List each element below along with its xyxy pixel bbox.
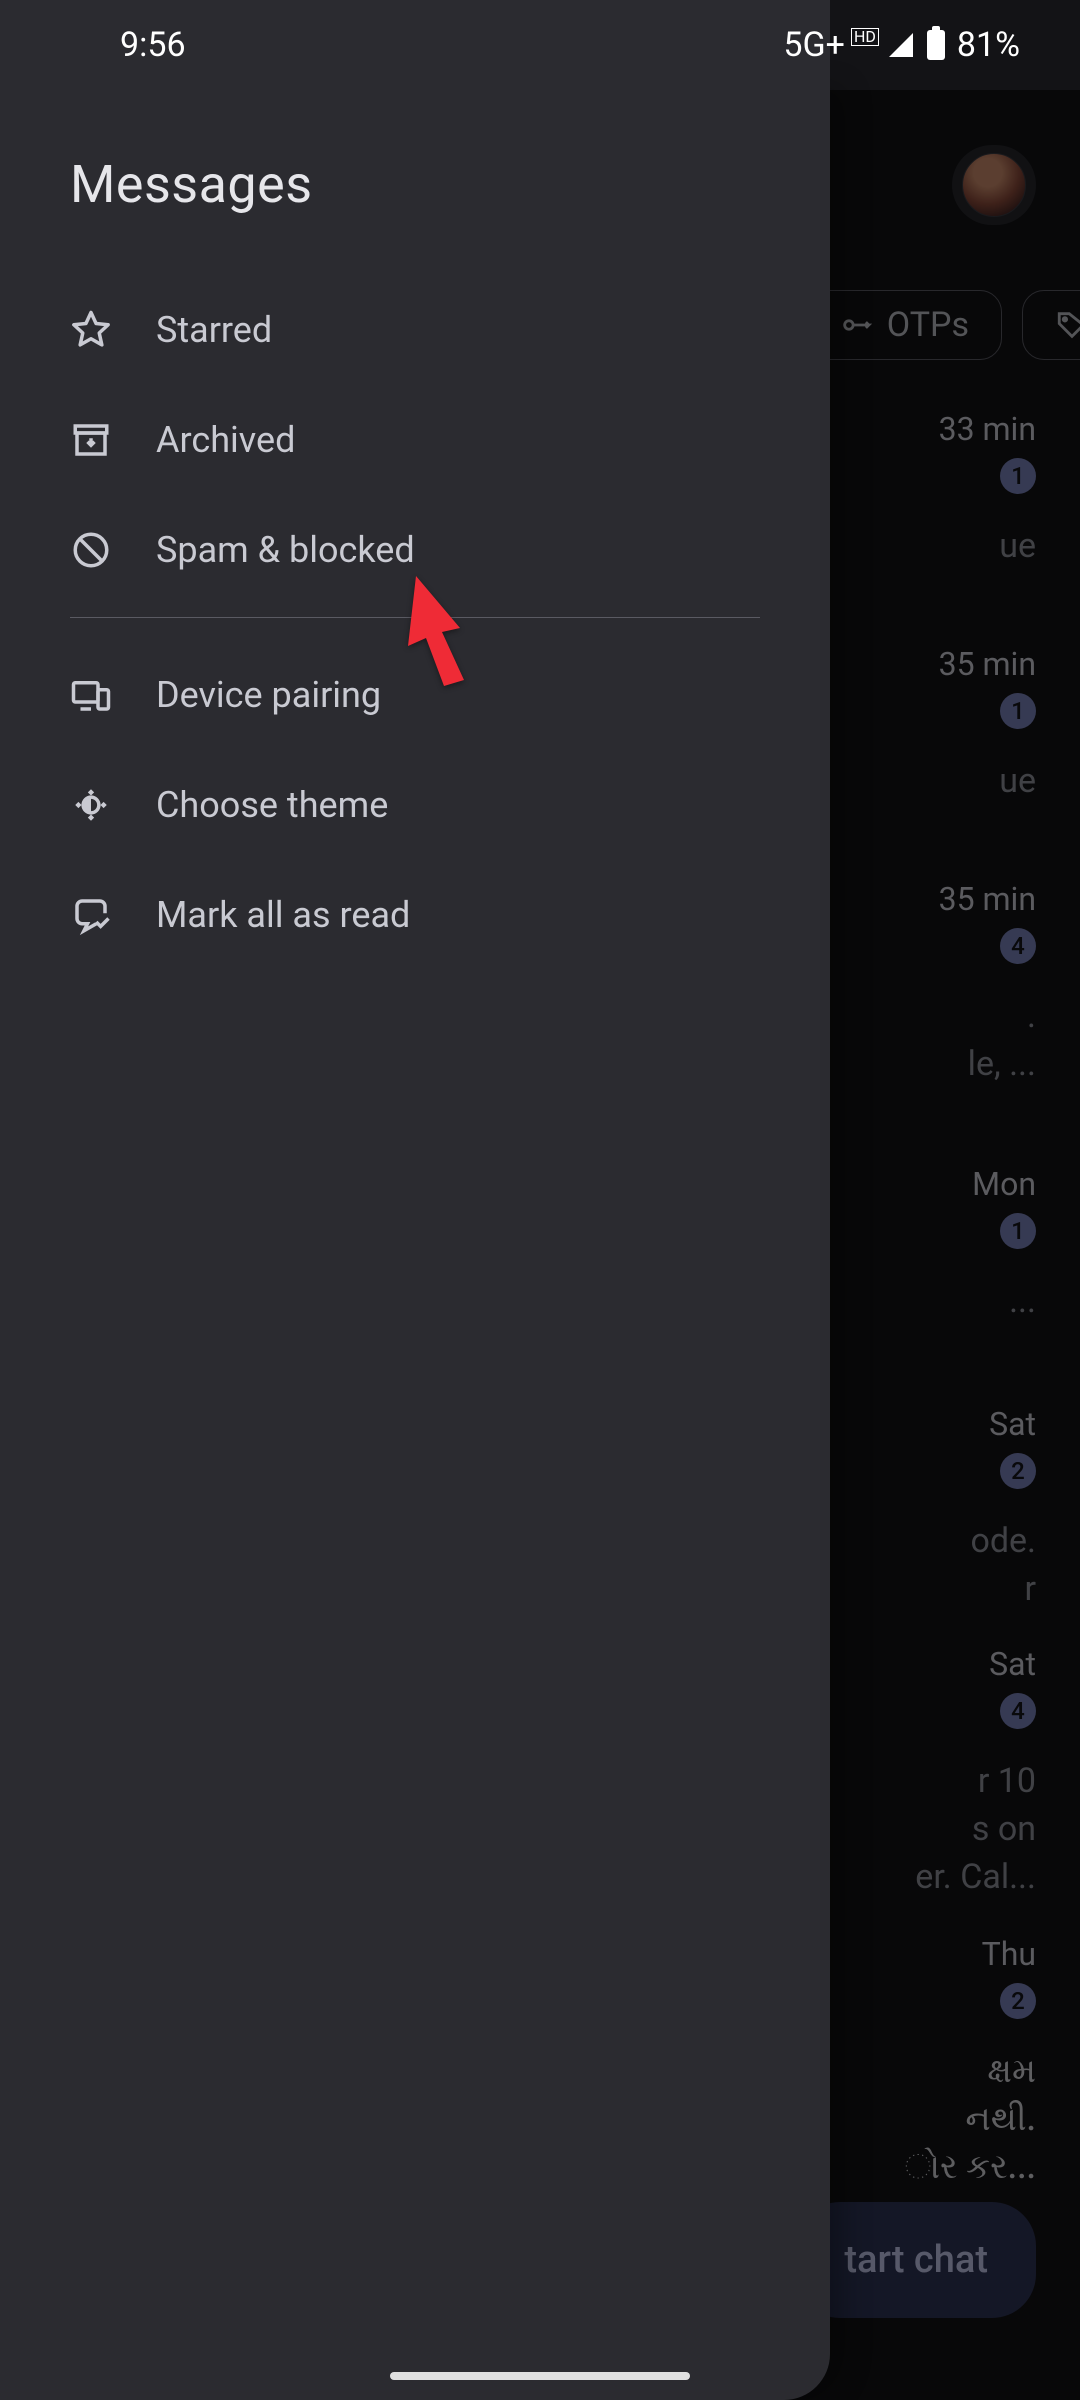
drawer-item-label: Starred — [156, 309, 272, 351]
drawer-item-label: Choose theme — [156, 784, 388, 826]
navigation-drawer: Messages Starred Archived Spam & blocked… — [0, 90, 830, 2400]
theme-icon — [70, 784, 112, 826]
mark-read-icon — [70, 894, 112, 936]
drawer-title: Messages — [0, 154, 830, 215]
drawer-item-theme[interactable]: Choose theme — [0, 750, 830, 860]
battery-icon — [927, 30, 945, 60]
drawer-item-archived[interactable]: Archived — [0, 385, 830, 495]
block-icon — [70, 529, 112, 571]
drawer-item-mark-read[interactable]: Mark all as read — [0, 860, 830, 970]
star-icon — [70, 309, 112, 351]
drawer-item-starred[interactable]: Starred — [0, 275, 830, 385]
drawer-item-label: Mark all as read — [156, 894, 410, 936]
signal-icon — [889, 33, 913, 57]
network-type: 5G+ — [783, 25, 845, 65]
devices-icon — [70, 674, 112, 716]
status-bar: 9:56 5G+ HD 81% — [0, 0, 1080, 90]
archive-icon — [70, 419, 112, 461]
hd-badge: HD — [851, 28, 879, 46]
status-time: 9:56 — [120, 25, 186, 65]
drawer-item-label: Device pairing — [156, 674, 381, 716]
drawer-item-label: Spam & blocked — [156, 529, 415, 571]
nav-handle[interactable] — [390, 2372, 690, 2380]
drawer-item-label: Archived — [156, 419, 295, 461]
annotation-pointer-arrow — [398, 576, 488, 690]
battery-percent: 81% — [957, 25, 1020, 65]
